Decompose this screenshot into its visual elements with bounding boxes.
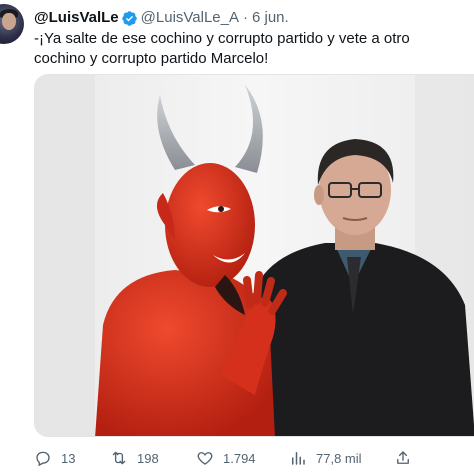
reply-button[interactable]: 13 (34, 448, 75, 468)
separator-dot: · (243, 9, 248, 26)
retweet-button[interactable]: 198 (110, 448, 159, 468)
tweet-date[interactable]: 6 jun. (252, 8, 289, 28)
display-name[interactable]: @LuisValLe (34, 8, 119, 28)
retweet-icon (112, 451, 126, 465)
views-count: 77,8 mil (316, 450, 362, 466)
heart-icon (197, 452, 213, 465)
reply-count: 13 (61, 450, 76, 466)
handle[interactable]: @LuisValLe_A (141, 8, 239, 28)
like-count: 1.794 (223, 450, 256, 466)
avatar-face (2, 13, 16, 30)
verified-badge-icon (121, 10, 137, 26)
tweet-text: -¡Ya salte de ese cochino y corrupto par… (34, 30, 410, 67)
reply-icon (36, 451, 50, 467)
tweet[interactable]: @LuisValLe @LuisValLe_A · 6 jun. -¡Ya sa… (0, 0, 474, 474)
share-button[interactable] (394, 448, 421, 468)
meme-image (35, 75, 474, 436)
like-button[interactable]: 1.794 (196, 448, 256, 468)
views-button[interactable]: 77,8 mil (289, 448, 362, 468)
avatar[interactable] (0, 4, 24, 44)
tweet-media-image[interactable] (34, 74, 474, 437)
tweet-actions: 13 198 1.794 77,8 mil (34, 448, 474, 468)
tweet-header: @LuisValLe @LuisValLe_A · 6 jun. (34, 8, 466, 28)
views-icon (292, 452, 305, 465)
retweet-count: 198 (137, 450, 159, 466)
share-icon (397, 451, 409, 464)
